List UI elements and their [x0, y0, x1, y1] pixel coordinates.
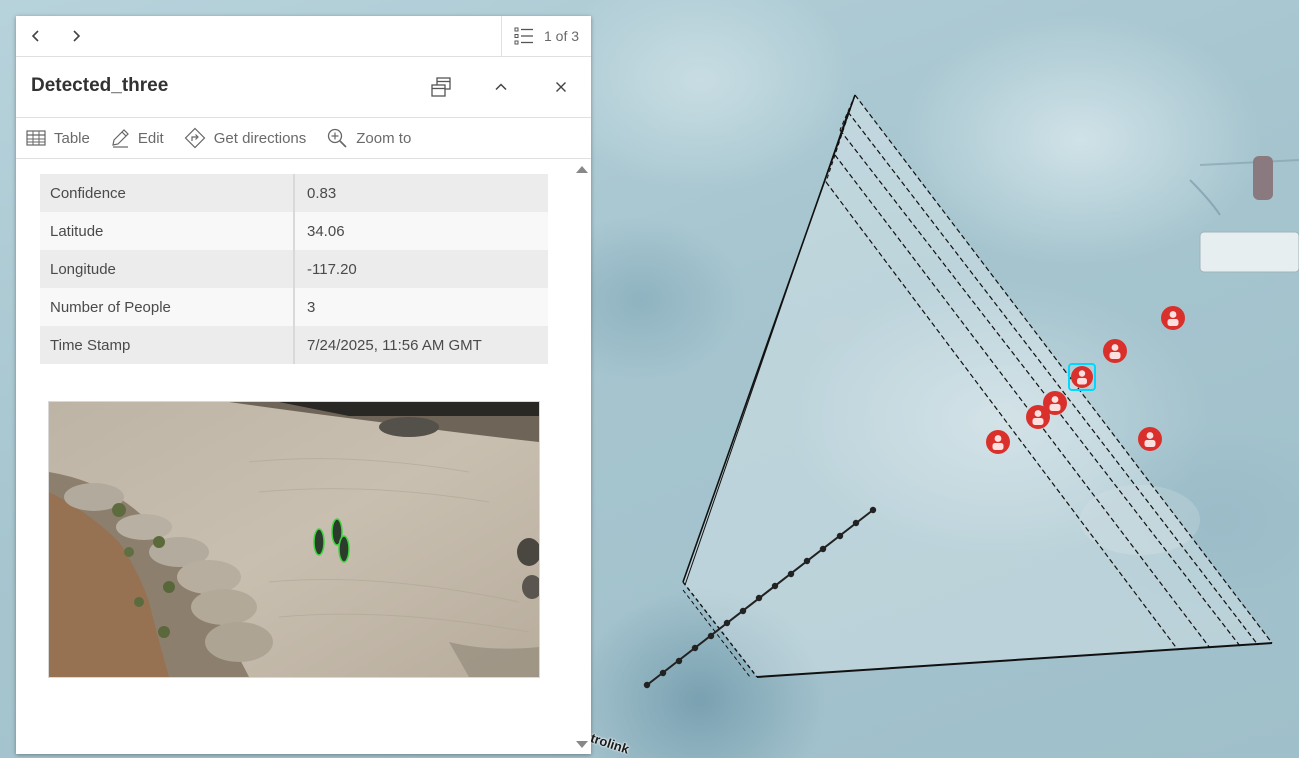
detection-photo[interactable]: [48, 401, 540, 678]
directions-icon: [184, 127, 206, 149]
attribute-value: 0.83: [294, 174, 548, 212]
person-marker[interactable]: [986, 430, 1010, 454]
table-icon: [26, 130, 46, 146]
person-marker[interactable]: [1138, 427, 1162, 451]
edit-icon: [112, 129, 129, 148]
chevron-right-icon: [73, 30, 81, 42]
attribute-name: Longitude: [40, 250, 295, 288]
chevron-up-icon: [495, 83, 507, 91]
collapse-button[interactable]: [481, 67, 521, 107]
person-marker[interactable]: [1026, 405, 1050, 429]
popup-action-bar: Table Edit Get directions Zoom to: [16, 118, 591, 159]
table-row: Confidence 0.83: [40, 174, 548, 212]
popup-content[interactable]: Confidence 0.83 Latitude 34.06 Longitude…: [16, 158, 591, 754]
dock-icon: [431, 77, 451, 97]
feature-list-button[interactable]: 1 of 3: [501, 16, 591, 56]
table-row: Number of People 3: [40, 288, 548, 326]
edit-action[interactable]: Edit: [110, 128, 164, 148]
next-feature-button[interactable]: [56, 16, 96, 56]
table-action[interactable]: Table: [26, 129, 90, 147]
aerial-photo-image: [49, 402, 539, 677]
table-row: Longitude -117.20: [40, 250, 548, 288]
attribute-value: -117.20: [294, 250, 548, 288]
attribute-value: 34.06: [294, 212, 548, 250]
person-marker[interactable]: [1161, 306, 1185, 330]
attribute-value: 7/24/2025, 11:56 AM GMT: [294, 326, 548, 364]
popup-title: Detected_three: [31, 75, 169, 96]
list-icon: [514, 27, 533, 45]
popup-navigation-bar: 1 of 3: [16, 16, 591, 57]
chevron-left-icon: [31, 30, 39, 42]
close-icon: [556, 82, 566, 92]
scroll-up-arrow-icon[interactable]: [575, 164, 589, 174]
attribute-name: Confidence: [40, 174, 295, 212]
attribute-value: 3: [294, 288, 548, 326]
attribute-table: Confidence 0.83 Latitude 34.06 Longitude…: [40, 174, 548, 364]
popup-header: Detected_three: [16, 57, 591, 118]
zoom-to-action[interactable]: Zoom to: [326, 127, 411, 149]
attribute-name: Time Stamp: [40, 326, 295, 364]
feature-popup: 1 of 3 Detected_three Table Edit Get dir…: [16, 16, 591, 754]
person-marker[interactable]: [1103, 339, 1127, 363]
scroll-down-arrow-icon[interactable]: [575, 740, 589, 750]
get-directions-label: Get directions: [213, 129, 307, 147]
dock-button[interactable]: [421, 67, 461, 107]
table-row: Latitude 34.06: [40, 212, 548, 250]
table-row: Time Stamp 7/24/2025, 11:56 AM GMT: [40, 326, 548, 364]
previous-feature-button[interactable]: [16, 16, 56, 56]
feature-count: 1 of 3: [543, 28, 580, 44]
attribute-name: Latitude: [40, 212, 295, 250]
attribute-name: Number of People: [40, 288, 295, 326]
popup-scrollbar[interactable]: [575, 158, 589, 754]
zoom-to-label: Zoom to: [356, 129, 412, 147]
edit-action-label: Edit: [137, 129, 164, 147]
table-action-label: Table: [54, 129, 90, 147]
trailer-structure: [1199, 156, 1299, 273]
get-directions-action[interactable]: Get directions: [184, 127, 307, 149]
zoom-to-icon: [328, 128, 347, 148]
close-button[interactable]: [541, 67, 581, 107]
